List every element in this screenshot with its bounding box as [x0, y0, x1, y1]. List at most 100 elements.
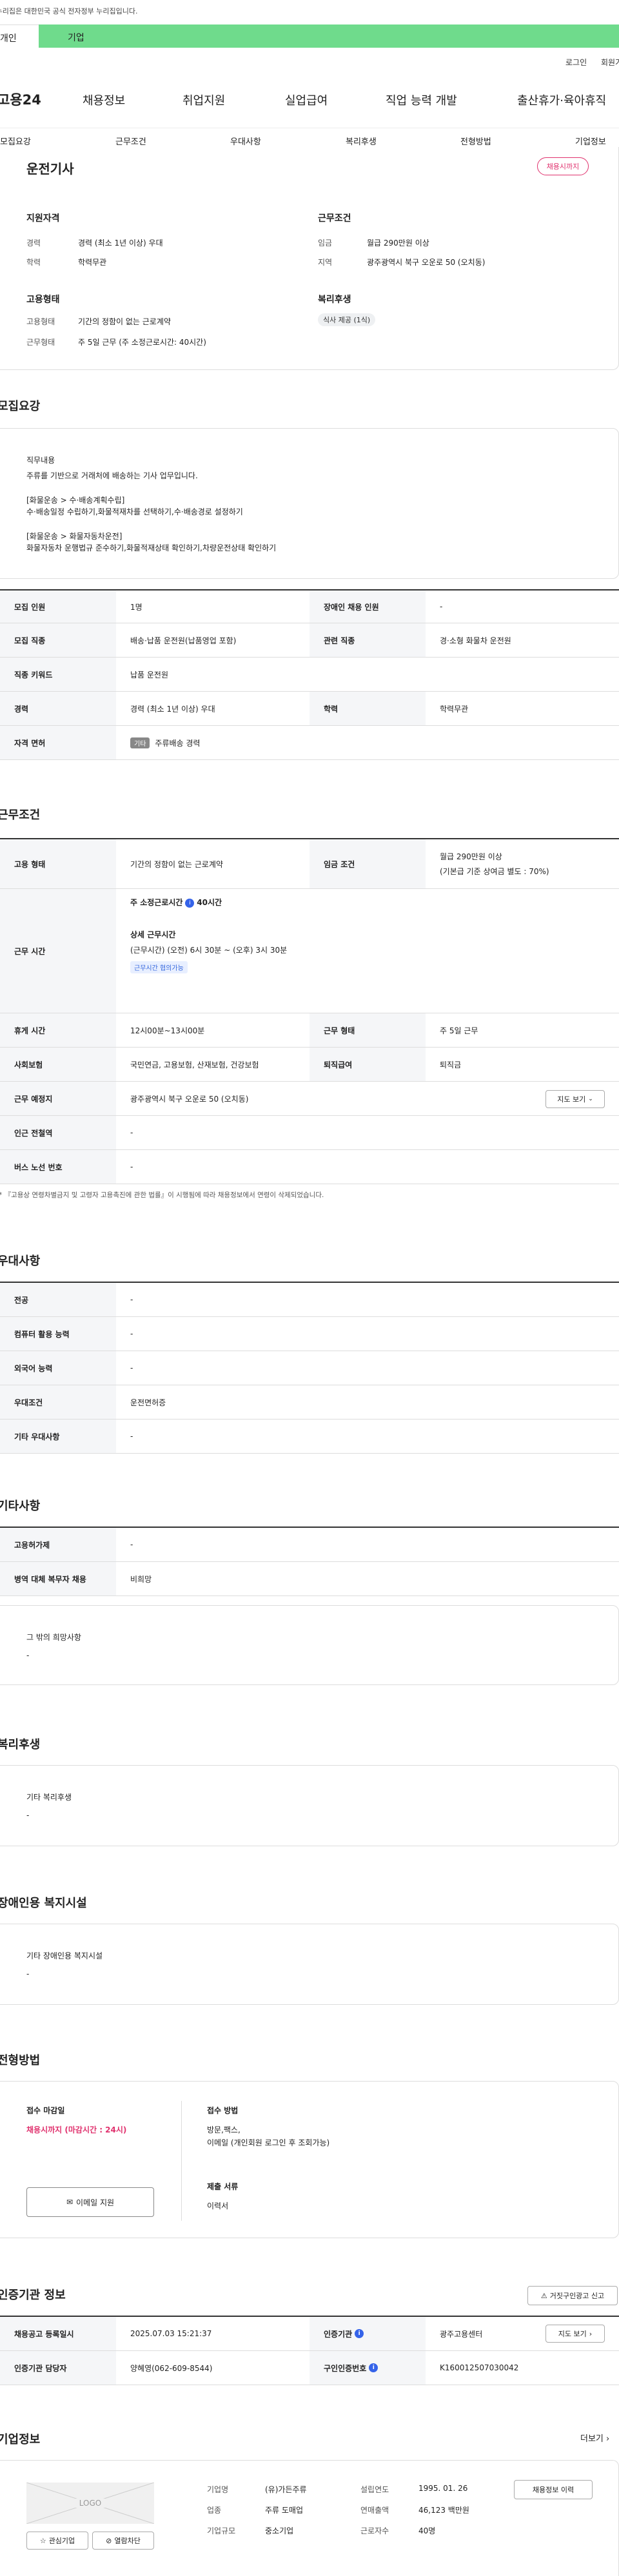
disabled-title: 기타 장애인용 복지시설 [26, 1951, 103, 1960]
process-card: 접수 마감일 채용시까지 (마감시간 : 24시) ✉ 이메일 지원 접수 방법 … [0, 2081, 619, 2238]
consult-tag: 근무시간 협의가능 [130, 961, 188, 973]
tab-personal[interactable]: 개인 [0, 24, 39, 48]
row-value: 경력 (최소 1년 이상) 우대 [130, 704, 215, 714]
docs-title: 제출 서류 [207, 2182, 239, 2191]
table-row: 고용 형태 기간의 정함이 없는 근로계약 임금 조건 월급 290만원 이상 … [0, 839, 619, 889]
row-label: 관련 직종 [310, 623, 426, 657]
email-apply-label: 이메일 지원 [76, 2198, 115, 2207]
ad-no-label: 구인인증번호 [324, 2363, 367, 2373]
welfare-card: 기타 복리후생 - [0, 1765, 619, 1846]
row-value: 학력무관 [440, 704, 469, 714]
company-name-value: (유)가든주류 [265, 2485, 307, 2494]
company-more-link[interactable]: 더보기 › [580, 2432, 609, 2444]
info-icon[interactable]: i [185, 898, 195, 908]
agency-map-button[interactable]: 지도 보기 › [545, 2325, 605, 2343]
interest-company-button[interactable]: ☆ 관심기업 [26, 2532, 88, 2550]
anchor-process[interactable]: 전형방법 [460, 135, 491, 147]
consult-tag-label: 근무시간 협의가능 [130, 961, 188, 973]
welfare-value: - [26, 1811, 30, 1820]
gnb-unemployment-benefit[interactable]: 실업급여 [285, 92, 328, 108]
row-value: - [130, 1363, 133, 1372]
table-row: 전공 - [0, 1283, 619, 1317]
row-value: - [130, 1162, 133, 1171]
docs-value: 이력서 [207, 2201, 229, 2210]
login-link[interactable]: 로그인 [565, 57, 587, 68]
license-value: 주류배송 경력 [155, 738, 201, 748]
welfare-heading: 복리후생 [318, 295, 351, 305]
row-value: 국민연금, 고용보험, 산재보험, 건강보험 [130, 1060, 259, 1069]
duty-line: 수·배송일정 수립하기,화물적재차를 선택하기,수·배송경로 설정하기 [26, 507, 243, 516]
founded-label: 설립연도 [360, 2485, 389, 2494]
tab-business[interactable]: 기업 [39, 24, 619, 48]
wage-value: 월급 290만원 이상 [440, 852, 502, 861]
row-value: 경·소형 화물차 운전원 [440, 636, 511, 645]
map-view-button[interactable]: 지도 보기 ⌄ [545, 1090, 605, 1108]
career-value: 경력 (최소 1년 이상) 우대 [78, 239, 163, 248]
agency-heading: 인증기관 정보 [0, 2288, 66, 2302]
gnb-parental-leave[interactable]: 출산휴가·육아휴직 [517, 92, 606, 108]
conditions-table: 고용 형태 기간의 정함이 없는 근로계약 임금 조건 월급 290만원 이상 … [0, 838, 619, 1184]
duty-line: [화물운송 > 수·배송계획수립] [26, 496, 125, 505]
region-label: 지역 [318, 258, 333, 267]
gnb-employment-support[interactable]: 취업지원 [182, 92, 225, 108]
row-label: 직종 키워드 [0, 658, 116, 691]
duty-line: 화물자동차 운행법규 준수하기,화물적재상태 확인하기,차량운전상태 확인하기 [26, 543, 277, 552]
company-card: LOGO ☆ 관심기업 ⊘ 열람차단 기업명 (유)가든주류 업종 주류 도매업 기… [0, 2460, 619, 2576]
divider [181, 2101, 182, 2221]
email-apply-button[interactable]: ✉ 이메일 지원 [26, 2187, 154, 2217]
others-heading: 기타사항 [0, 1499, 41, 1513]
row-label: 경력 [0, 692, 116, 725]
row-label: 장애인 채용 인원 [310, 590, 426, 623]
gnb-skills-dev[interactable]: 직업 능력 개발 [386, 92, 457, 108]
megaphone-icon: ⚠ [540, 2291, 547, 2300]
disabled-value: - [26, 1969, 30, 1978]
anchor-company[interactable]: 기업정보 [575, 135, 606, 147]
size-value: 중소기업 [265, 2526, 294, 2535]
row-value: 주 5일 근무 [440, 1026, 478, 1035]
row-value: 퇴직금 [440, 1060, 462, 1069]
row-label: 인증기관 i [310, 2317, 426, 2350]
row-value: 1명 [130, 602, 142, 612]
duty-line: [화물운송 > 화물자동차운전] [26, 532, 123, 541]
method-line: 이메일 (개인회원 로그인 후 조회가능) [207, 2138, 330, 2147]
row-value: K160012507030042 [440, 2363, 519, 2372]
anchor-recruit[interactable]: 모집요강 [0, 135, 31, 147]
table-row: 휴게 시간 12시00분~13시00분 근무 형태 주 5일 근무 [0, 1013, 619, 1048]
info-icon[interactable]: i [369, 2363, 378, 2372]
row-value: 기간의 정함이 없는 근로계약 [130, 859, 223, 869]
detail-hours-value: (근무시간) (오전) 6시 30분 ~ (오후) 3시 30분 [130, 946, 288, 955]
info-icon[interactable]: i [355, 2329, 364, 2338]
job-history-button[interactable]: 채용정보 이력 [514, 2480, 593, 2499]
anchor-welfare[interactable]: 복리후생 [346, 135, 377, 147]
row-value: 납품 운전원 [130, 670, 169, 679]
tab-business-label: 기업 [68, 33, 84, 43]
table-row: 인근 전철역 - [0, 1116, 619, 1150]
anchor-conditions[interactable]: 근무조건 [115, 135, 146, 147]
age-footnote: * 『고용상 연령차별금지 및 고령자 고용촉진에 관한 법률』이 시행됨에 따… [0, 1191, 324, 1199]
table-row: 인증기관 담당자 양혜영(062-609-8544) 구인인증번호 i K1600… [0, 2351, 619, 2385]
recruit-heading: 모집요강 [0, 400, 41, 413]
row-label: 인근 전철역 [0, 1116, 116, 1149]
sales-value: 46,123 백만원 [418, 2506, 469, 2515]
row-value: 광주광역시 북구 오운로 50 (오치동) [130, 1094, 249, 1104]
signup-link[interactable]: 회원가입 [601, 57, 619, 68]
block-view-button[interactable]: ⊘ 열람차단 [92, 2532, 154, 2550]
table-row: 경력 경력 (최소 1년 이상) 우대 학력 학력무관 [0, 692, 619, 726]
work-form-value: 주 5일 근무 (주 소정근로시간: 40시간) [78, 338, 206, 347]
row-label: 인증기관 담당자 [0, 2351, 116, 2385]
report-false-ad-button[interactable]: ⚠ 거짓구인광고 신고 [527, 2286, 618, 2305]
anchor-preference[interactable]: 우대사항 [230, 135, 261, 147]
row-value: - [130, 1329, 133, 1338]
disabled-heading: 장애인용 복지시설 [0, 1897, 87, 1910]
row-label: 모집 직종 [0, 623, 116, 657]
gnb-jobs[interactable]: 채용정보 [83, 92, 125, 108]
row-value: 양혜영(062-609-8544) [130, 2363, 213, 2373]
site-logo[interactable]: 고용24 [0, 90, 41, 109]
job-title: 운전기사 [26, 161, 74, 177]
recruit-table: 모집 인원 1명 장애인 채용 인원 - 모집 직종 배송·납품 운전원(납품영… [0, 589, 619, 760]
edu-label: 학력 [26, 258, 41, 267]
duty-card: 직무내용 주류를 기반으로 거래처에 배송하는 기사 업무입니다. [화물운송 … [0, 428, 619, 579]
weekly-hours-value: 40시간 [197, 898, 222, 907]
company-name-label: 기업명 [207, 2485, 229, 2494]
qual-heading: 지원자격 [26, 213, 60, 224]
